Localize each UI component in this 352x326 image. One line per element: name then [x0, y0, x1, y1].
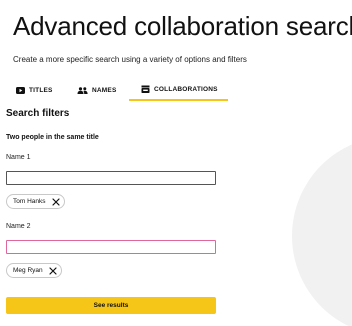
collaboration-icon [141, 85, 150, 93]
tab-titles[interactable]: TITLES [6, 79, 67, 101]
close-icon[interactable] [49, 266, 57, 275]
name1-label: Name 1 [6, 154, 31, 161]
tab-label: COLLABORATIONS [154, 85, 218, 93]
video-icon [16, 86, 25, 94]
people-icon [77, 86, 88, 94]
chip-label: Tom Hanks [13, 198, 46, 205]
close-icon[interactable] [51, 197, 60, 206]
tab-label: TITLES [29, 86, 53, 94]
search-tabs: TITLES NAMES COLLABORATIONS [6, 79, 228, 101]
see-results-button[interactable]: See results [6, 297, 216, 314]
filter-group-title: Two people in the same title [6, 134, 99, 141]
section-title: Search filters [6, 108, 70, 119]
tab-collaborations[interactable]: COLLABORATIONS [129, 79, 228, 101]
tab-label: NAMES [92, 86, 117, 94]
name2-input[interactable] [6, 240, 216, 254]
name2-chip: Meg Ryan [6, 263, 62, 278]
name1-input[interactable] [6, 171, 216, 185]
name2-label: Name 2 [6, 223, 31, 230]
page-subtitle: Create a more specific search using a va… [13, 55, 247, 64]
page: Advanced collaboration search Create a m… [0, 0, 352, 326]
name1-chip: Tom Hanks [6, 194, 65, 209]
page-title: Advanced collaboration search [13, 11, 352, 41]
chip-label: Meg Ryan [13, 267, 43, 274]
background-circle [292, 136, 352, 326]
tab-names[interactable]: NAMES [67, 79, 129, 101]
